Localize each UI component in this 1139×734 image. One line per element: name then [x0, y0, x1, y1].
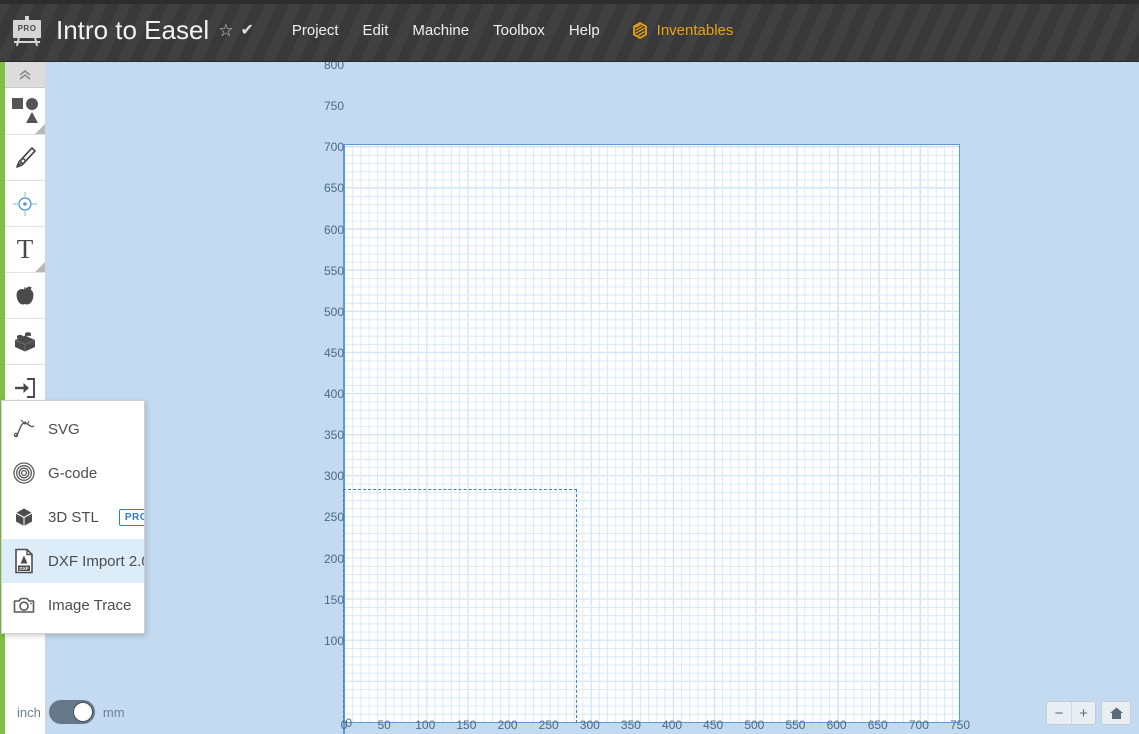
x-axis-tick: 650: [867, 718, 888, 732]
y-axis-tick: 150: [323, 592, 344, 607]
tool-text[interactable]: T: [5, 227, 45, 273]
y-axis-ticks: 800 750 700 650 600 550 500 450 400 350 300 250 200 1…: [308, 62, 352, 734]
workpiece-grid[interactable]: [343, 144, 960, 723]
inventables-link[interactable]: Inventables: [630, 21, 734, 41]
import-arrow-icon: [15, 377, 35, 398]
zoom-group: − +: [1046, 701, 1096, 725]
star-outline-icon[interactable]: ☆: [218, 22, 233, 39]
design-canvas[interactable]: 800 750 700 650 600 550 500 450 400 350 300 250 200 1…: [46, 62, 1139, 734]
cube-3d-icon: [12, 505, 36, 529]
menu-item-3d-stl[interactable]: 3D STL PRO: [2, 495, 144, 539]
unit-toggle[interactable]: inch mm: [5, 690, 145, 734]
zoom-in-button[interactable]: +: [1071, 702, 1095, 724]
y-axis-tick: 250: [323, 510, 344, 525]
zoom-out-button[interactable]: −: [1047, 702, 1071, 724]
y-axis-tick: 700: [323, 140, 344, 155]
x-axis-tick: 350: [620, 718, 641, 732]
apple-icon: [16, 286, 34, 305]
tool-pen[interactable]: [5, 135, 45, 181]
pro-badge: PRO: [118, 508, 144, 526]
y-axis-tick: 100: [323, 633, 344, 648]
submenu-indicator: [35, 262, 45, 272]
easel-pro-icon[interactable]: PRO: [10, 15, 44, 46]
text-t-icon: T: [16, 234, 34, 264]
check-icon: ✔: [240, 21, 254, 39]
menu-toolbox[interactable]: Toolbox: [481, 16, 557, 45]
tool-blocks[interactable]: [5, 319, 45, 365]
y-axis-tick: 350: [323, 428, 344, 443]
y-axis-tick: 600: [323, 222, 344, 237]
svg-text:DXF: DXF: [19, 566, 28, 571]
top-bar: PRO Intro to Easel ☆ ✔ Project Edit Mach…: [0, 0, 1139, 62]
svg-curve-icon: [12, 417, 36, 441]
y-axis-tick: 500: [323, 304, 344, 319]
tool-center-point[interactable]: [5, 181, 45, 227]
menu-help[interactable]: Help: [557, 16, 612, 45]
switch-knob: [72, 702, 93, 722]
menu-item-image-trace[interactable]: Image Trace: [2, 583, 144, 627]
menu-item-label: DXF Import 2.0: [48, 552, 145, 570]
menu-item-label: 3D STL: [48, 508, 99, 526]
dxf-file-icon: DXF: [12, 548, 36, 574]
x-axis-tick: 700: [908, 718, 929, 732]
unit-switch[interactable]: [48, 700, 95, 724]
y-axis-tick: 650: [323, 181, 344, 196]
y-axis-tick: 800: [323, 62, 344, 73]
y-axis-tick: 200: [323, 551, 344, 566]
x-axis-tick: 250: [538, 718, 559, 732]
x-axis-ticks: 0 50 100 150 200 250 300 350 400 450 500 550 600 650 7…: [46, 710, 1139, 734]
tool-shapes[interactable]: [5, 88, 45, 135]
home-icon: [1109, 707, 1123, 719]
chevron-double-up-icon: [19, 69, 31, 80]
menu-machine[interactable]: Machine: [400, 16, 481, 45]
menu-item-label: Image Trace: [48, 596, 132, 614]
x-axis-tick: 600: [826, 718, 847, 732]
easel-logo-text: PRO: [13, 19, 41, 38]
x-axis-tick: 450: [703, 718, 724, 732]
target-center-icon: [13, 191, 37, 216]
x-axis-tick: 200: [497, 718, 518, 732]
import-dropdown-menu: SVG G-code 3D STL PRO: [1, 400, 145, 634]
shapes-icon: [12, 98, 38, 124]
x-axis-tick: 500: [744, 718, 765, 732]
y-axis-tick: 450: [323, 345, 344, 360]
menu-edit[interactable]: Edit: [351, 16, 401, 45]
x-axis-tick: 550: [785, 718, 806, 732]
menu-item-gcode[interactable]: G-code: [2, 451, 144, 495]
x-axis-tick: 150: [456, 718, 477, 732]
inventables-hex-logo-icon: [632, 21, 647, 39]
origin-label-x: 0: [340, 718, 348, 732]
x-axis-tick: 300: [579, 718, 600, 732]
lego-brick-icon: [14, 331, 36, 351]
y-axis-tick: 550: [323, 263, 344, 278]
collapse-toolbar-button[interactable]: [5, 62, 45, 88]
gcode-spiral-icon: [12, 461, 36, 485]
x-axis-tick: 100: [415, 718, 436, 732]
inventables-label: Inventables: [656, 22, 734, 39]
unit-label-mm: mm: [102, 704, 125, 720]
menu-item-label: G-code: [48, 464, 98, 482]
unit-label-inch: inch: [17, 704, 41, 720]
camera-icon: [12, 593, 36, 617]
menu-project[interactable]: Project: [280, 16, 351, 45]
submenu-indicator: [35, 124, 45, 134]
home-group: [1101, 701, 1131, 725]
y-axis-tick: 400: [323, 387, 344, 402]
tool-apps[interactable]: [5, 273, 45, 319]
y-axis-tick: 300: [323, 469, 344, 484]
y-axis-tick: 750: [323, 99, 344, 114]
x-axis-tick: 50: [377, 718, 391, 732]
x-axis-tick: 750: [949, 718, 971, 732]
menu-item-dxf-import[interactable]: DXF DXF Import 2.0: [2, 539, 144, 583]
page-title[interactable]: Intro to Easel: [56, 15, 209, 46]
zoom-home-button[interactable]: [1102, 702, 1130, 724]
pen-nib-icon: [16, 146, 36, 168]
x-axis-tick: 400: [662, 718, 683, 732]
menu-item-svg[interactable]: SVG: [2, 407, 144, 451]
menu-item-label: SVG: [48, 420, 80, 438]
zoom-controls: − +: [1046, 701, 1131, 725]
main-menu-bar: Project Edit Machine Toolbox Help: [280, 16, 612, 45]
